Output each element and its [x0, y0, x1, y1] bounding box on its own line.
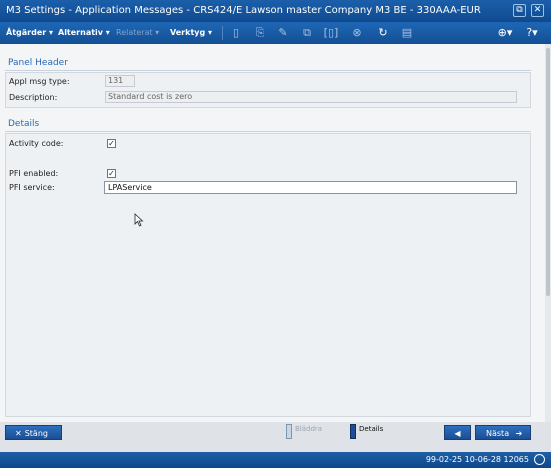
copy-icon: ⎘ — [255, 26, 265, 39]
panel-header-title: Panel Header — [8, 58, 68, 68]
menu-verktyg[interactable]: Verktyg ▾ — [170, 22, 212, 44]
clock-icon — [534, 454, 545, 465]
back-arrow-icon: ◀ — [454, 429, 461, 438]
mouse-cursor-icon — [134, 213, 144, 227]
panel-header-divider — [5, 70, 531, 71]
description-field: Standard cost is zero — [105, 91, 517, 103]
panel-nav-bladdra-label: Bläddra — [295, 425, 323, 433]
vertical-scrollbar[interactable] — [545, 44, 551, 422]
bracket-icon: [▯] — [323, 26, 339, 39]
document-icon: ▤ — [401, 26, 413, 39]
menu-atgarder[interactable]: Åtgärder ▾ — [6, 22, 53, 44]
pfi-enabled-checkbox[interactable]: ✓ — [107, 169, 116, 178]
panel-nav-details-label: Details — [359, 425, 384, 433]
activity-code-checkbox[interactable]: ✓ — [107, 139, 116, 148]
delete-icon: ⊗ — [352, 26, 362, 39]
pfi-service-input[interactable]: LPAService — [104, 181, 517, 194]
appl-msg-type-field: 131 — [105, 75, 135, 87]
status-text: 99-02-25 10-06-28 12065 — [425, 455, 529, 464]
zoom-icon[interactable]: ⊕▾ — [496, 27, 514, 39]
close-button[interactable]: ✕ Stäng — [5, 425, 62, 440]
restore-icon[interactable]: ⧉ — [513, 4, 526, 17]
help-icon[interactable]: ?▾ — [523, 27, 541, 39]
edit-icon: ✎ — [278, 26, 288, 39]
menu-alternativ[interactable]: Alternativ ▾ — [58, 22, 110, 44]
pfi-enabled-label: PFI enabled: — [9, 169, 59, 178]
appl-msg-type-label: Appl msg type: — [9, 77, 70, 86]
panel-icon — [350, 424, 356, 439]
window-title: M3 Settings - Application Messages - CRS… — [6, 5, 481, 16]
status-bar: 99-02-25 10-06-28 12065 — [0, 452, 551, 468]
scrollbar-thumb[interactable] — [546, 48, 550, 296]
close-icon: ✕ — [15, 429, 22, 438]
window-titlebar: M3 Settings - Application Messages - CRS… — [0, 0, 551, 22]
toolbar: Åtgärder ▾ Alternativ ▾ Relaterat ▾ Verk… — [0, 22, 551, 44]
next-arrow-icon: ➔ — [515, 429, 523, 438]
next-button-label: Nästa — [486, 429, 510, 438]
activity-code-label: Activity code: — [9, 139, 64, 148]
duplicate-icon: ⧉ — [303, 26, 311, 39]
pfi-service-label: PFI service: — [9, 183, 55, 192]
toolbar-separator — [222, 26, 223, 40]
description-label: Description: — [9, 93, 58, 102]
new-icon: ▯ — [232, 26, 240, 39]
details-box — [5, 133, 531, 417]
details-divider — [5, 131, 531, 132]
details-title: Details — [8, 119, 40, 129]
back-button[interactable]: ◀ — [444, 425, 471, 440]
close-window-icon[interactable]: ✕ — [531, 4, 544, 17]
panel-icon — [286, 424, 292, 439]
next-button[interactable]: Nästa ➔ — [475, 425, 531, 440]
close-button-label: Stäng — [24, 429, 48, 438]
menu-relaterat: Relaterat ▾ — [116, 28, 160, 37]
refresh-icon[interactable]: ↻ — [377, 27, 389, 39]
